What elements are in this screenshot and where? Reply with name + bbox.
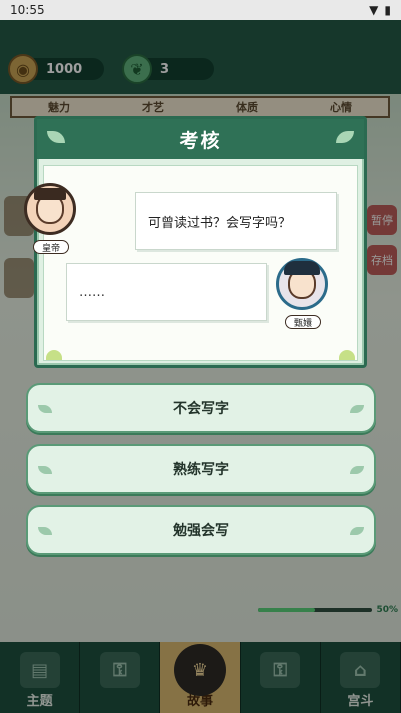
choice-button[interactable]: 勉强会写: [26, 505, 376, 555]
status-time: 10:55: [10, 3, 45, 17]
player-avatar: [276, 258, 328, 310]
choice-button[interactable]: 熟练写字: [26, 444, 376, 494]
question-text: 可曾读过书？会写字吗？: [148, 215, 292, 231]
battery-icon: ▮: [384, 3, 391, 17]
grass-decoration: [46, 350, 62, 360]
choice-button[interactable]: 不会写字: [26, 383, 376, 433]
dialog-title: 考核: [179, 129, 222, 152]
leaf-icon: [47, 131, 65, 143]
answer-text: ……: [79, 284, 105, 300]
emperor-name-tag: 皇帝: [33, 240, 69, 254]
dialog-header: 考核: [37, 119, 364, 159]
emperor-avatar: [24, 183, 76, 235]
wifi-icon: ▼: [369, 3, 379, 17]
question-bubble: 可曾读过书？会写字吗？: [135, 192, 337, 250]
grass-decoration: [339, 350, 355, 360]
status-bar: 10:55 ▼ ▮: [0, 0, 401, 20]
leaf-icon: [336, 131, 354, 143]
answer-bubble: ……: [66, 263, 267, 321]
player-name-tag: 甄嬛: [285, 315, 321, 329]
